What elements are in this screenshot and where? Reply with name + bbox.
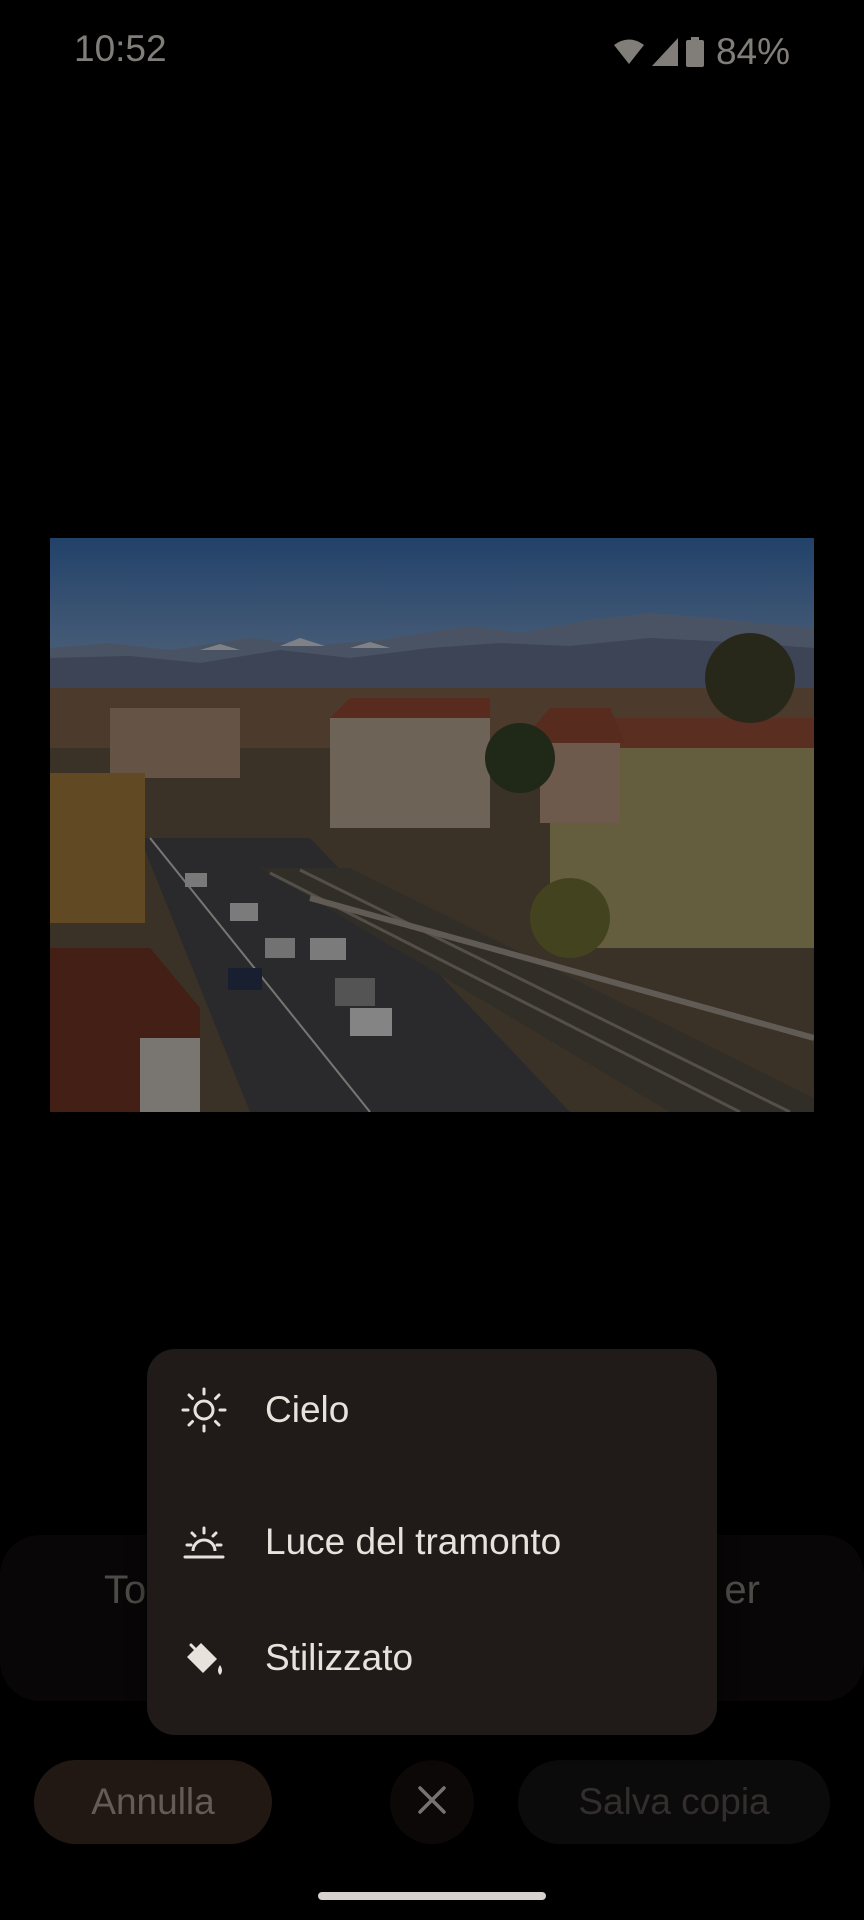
preset-menu: Cielo Luce del tramonto Stilizzato [147, 1349, 717, 1735]
close-button[interactable] [390, 1760, 474, 1844]
paint-bucket-icon [179, 1633, 229, 1683]
menu-item-label: Cielo [265, 1389, 350, 1430]
menu-item-stilizzato[interactable]: Stilizzato [147, 1599, 717, 1717]
battery-percent: 84% [715, 31, 790, 72]
suggestion-chip-right[interactable]: er [724, 1568, 760, 1613]
menu-item-label: Luce del tramonto [265, 1521, 562, 1562]
wifi-icon [613, 39, 644, 65]
menu-item-cielo[interactable]: Cielo [147, 1351, 717, 1469]
status-clock: 10:52 [74, 28, 167, 69]
menu-item-label: Stilizzato [265, 1637, 414, 1678]
menu-item-luce-del-tramonto[interactable]: Luce del tramonto [147, 1483, 717, 1601]
save-copy-button[interactable]: Salva copia [518, 1760, 830, 1844]
status-bar: 10:52 84% [0, 0, 864, 110]
home-indicator[interactable] [318, 1892, 546, 1900]
sunset-icon [179, 1517, 229, 1567]
status-icons: 84% [613, 30, 790, 74]
edited-photo [50, 538, 814, 1112]
suggestion-chip-left[interactable]: To [104, 1568, 146, 1613]
sun-icon [179, 1385, 229, 1435]
battery-icon [685, 37, 704, 67]
close-icon [417, 1785, 447, 1820]
cell-signal-icon [651, 38, 678, 66]
cancel-button[interactable]: Annulla [34, 1760, 272, 1844]
